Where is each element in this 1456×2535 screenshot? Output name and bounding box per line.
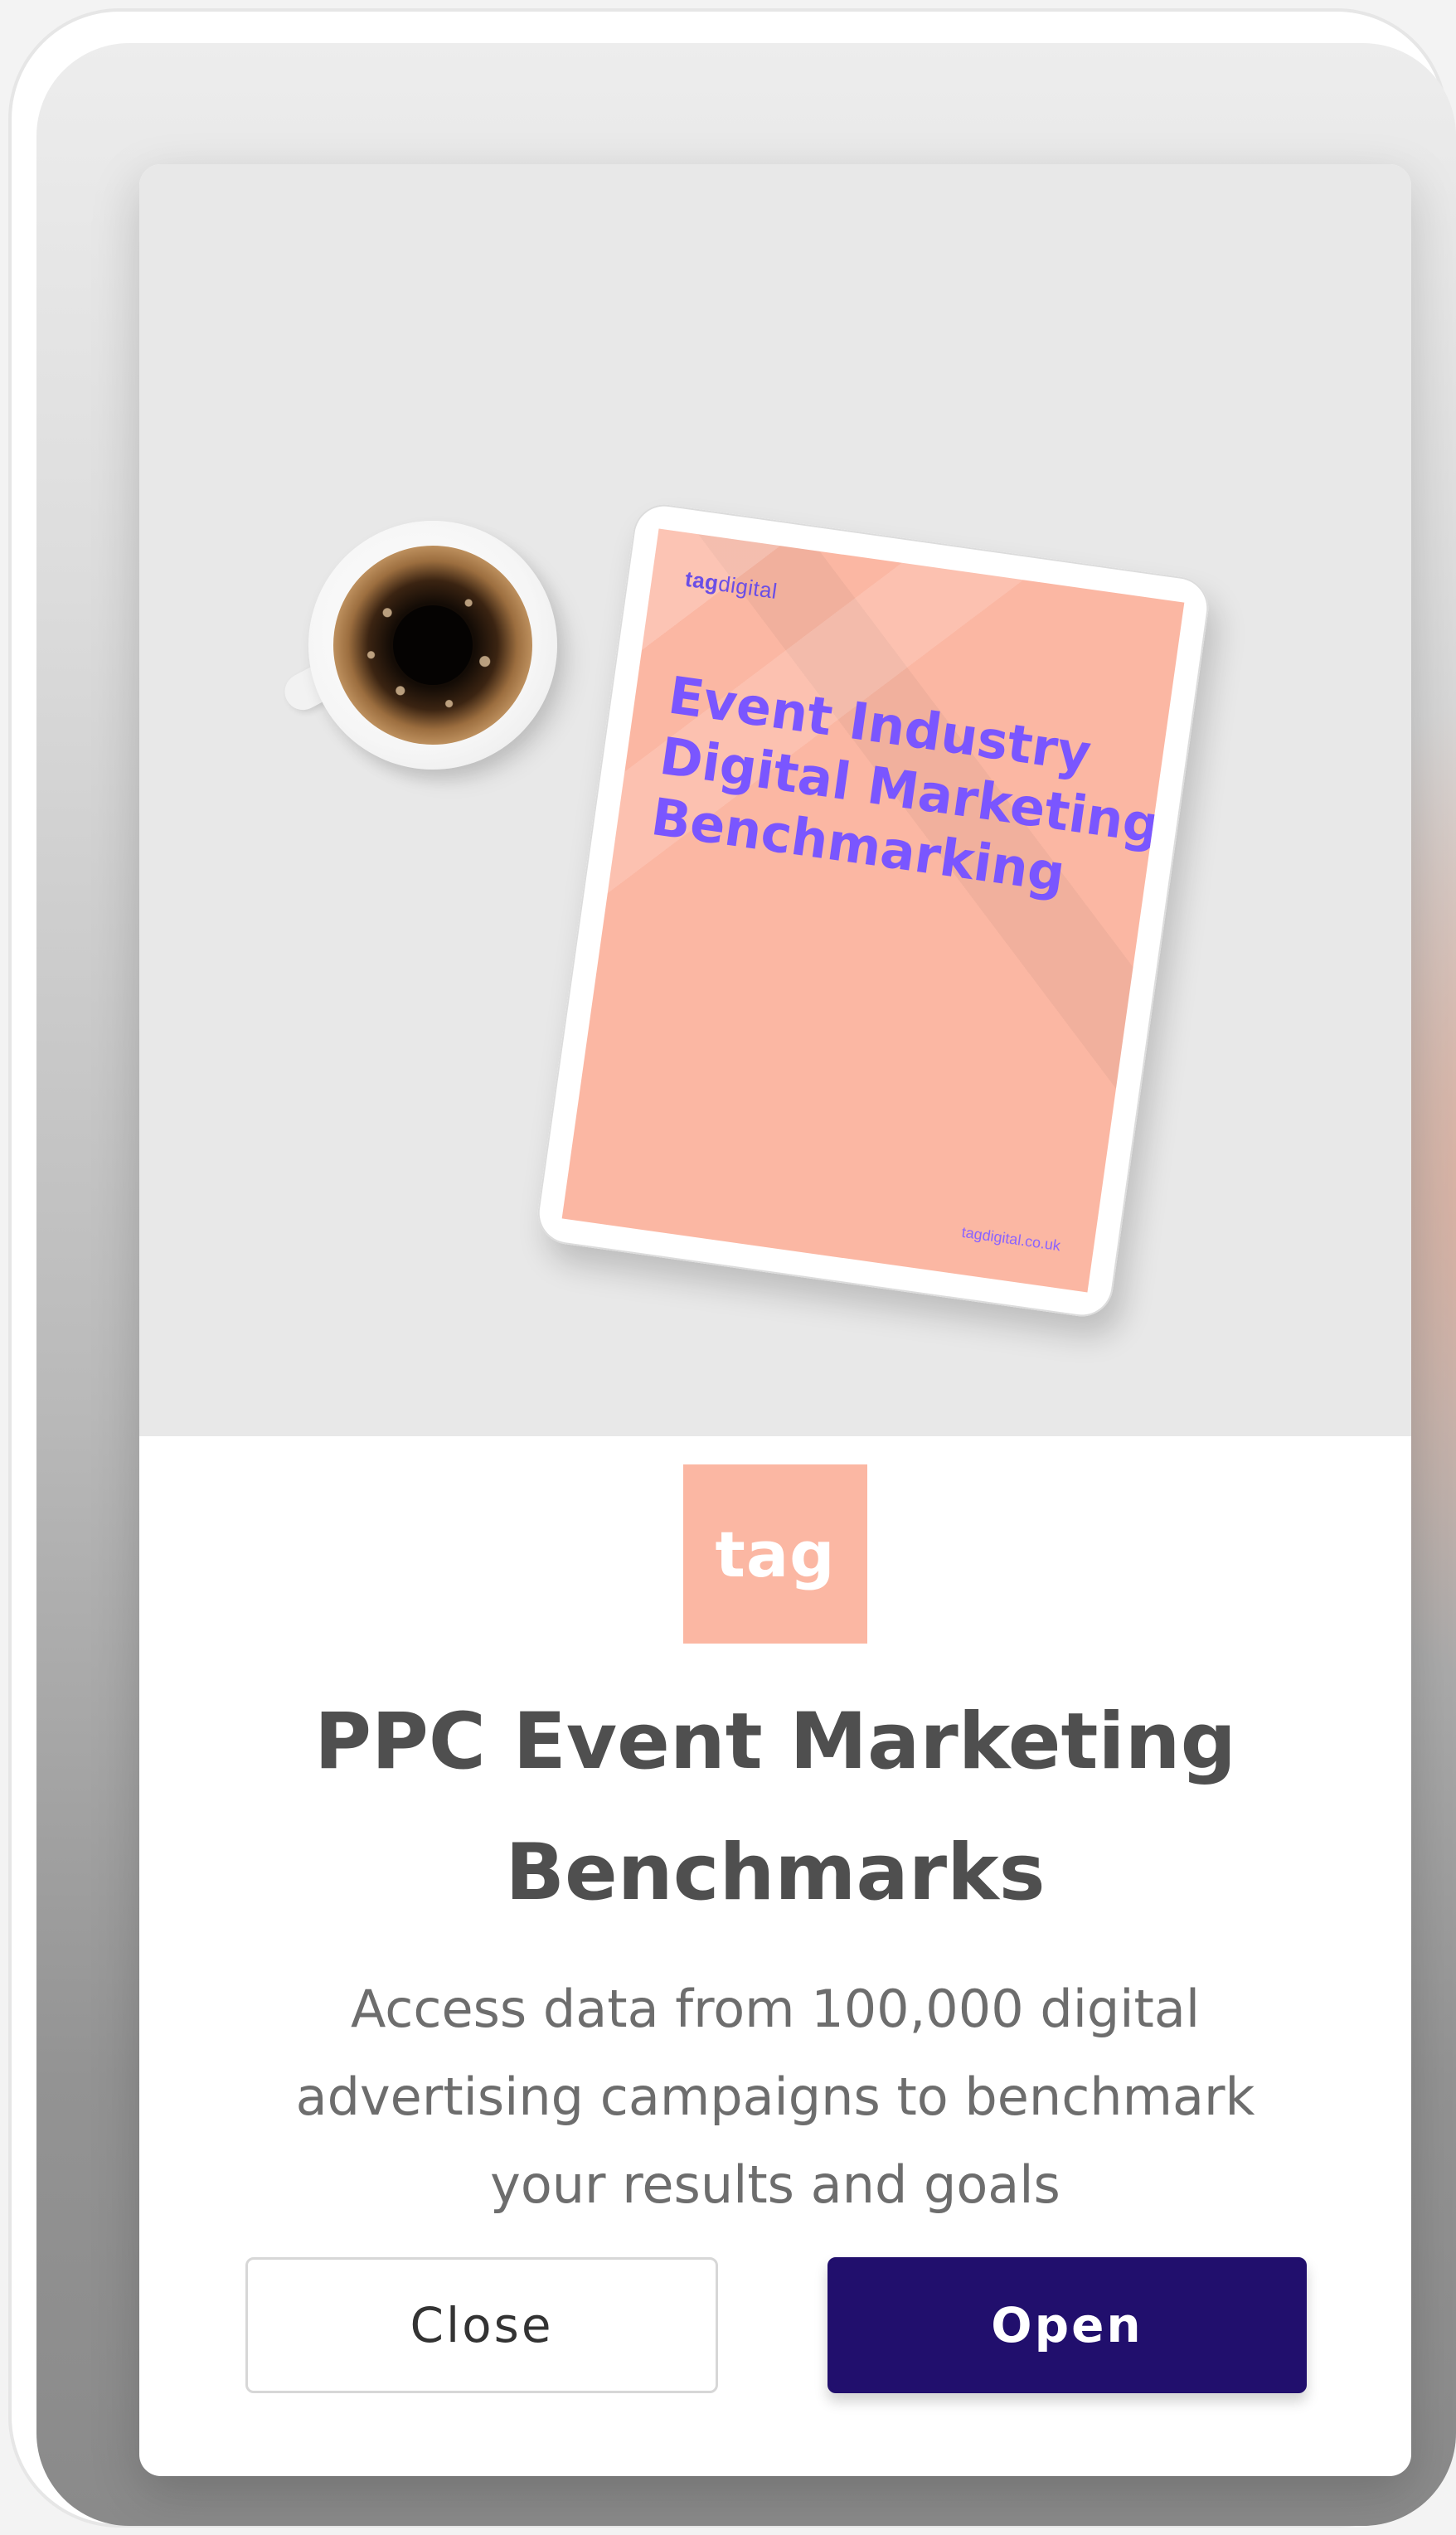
card-description: Access data from 100,000 digital adverti… [295, 1979, 1255, 2215]
tablet-screen: tagdigital Event Industry Digital Market… [561, 528, 1185, 1293]
card-title: PPC Event Marketing Benchmarks [314, 1697, 1236, 1918]
tablet-logo-bold: tag [683, 566, 721, 596]
tablet-title: Event Industry Digital Marketing Benchma… [648, 665, 1163, 912]
brand-logo: tag [683, 1464, 867, 1644]
tablet-logo-light: digital [716, 571, 779, 605]
promo-card: tagdigital Event Industry Digital Market… [139, 164, 1411, 2476]
tablet-url: tagdigital.co.uk [960, 1223, 1062, 1255]
tablet-logo: tagdigital [683, 566, 779, 605]
hero-image: tagdigital Event Industry Digital Market… [139, 164, 1411, 1436]
device-screen: tagdigital Event Industry Digital Market… [36, 43, 1456, 2526]
open-button[interactable]: Open [827, 2257, 1307, 2393]
coffee-cup-image [219, 521, 633, 836]
coffee-center [393, 605, 473, 685]
tablet-image: tagdigital Event Industry Digital Market… [533, 500, 1213, 1321]
device-frame: tagdigital Event Industry Digital Market… [12, 12, 1456, 2526]
brand-logo-text: tag [715, 1517, 836, 1591]
close-button[interactable]: Close [245, 2257, 718, 2393]
